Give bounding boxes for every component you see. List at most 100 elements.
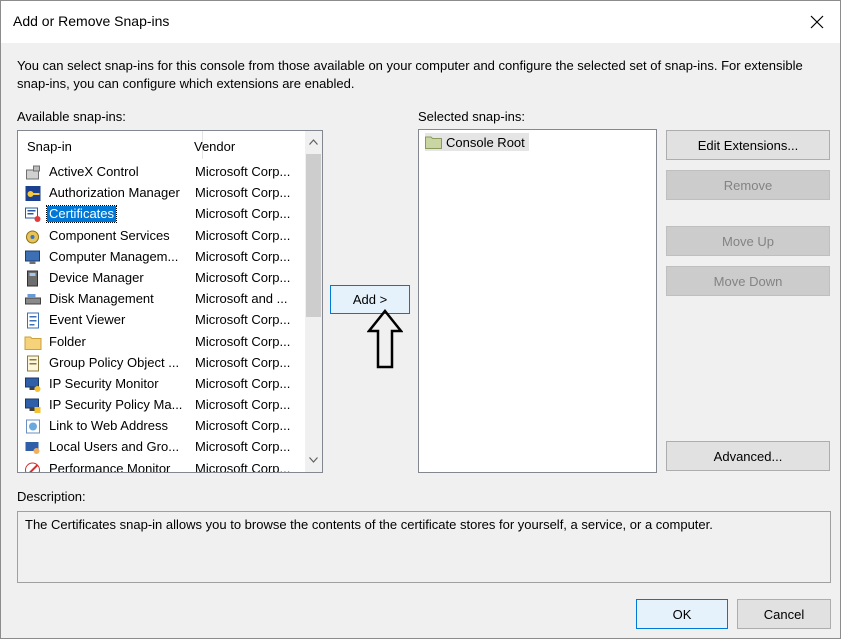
snapin-name: Device Manager [49,269,144,285]
snapin-name: Event Viewer [49,312,126,328]
ip-security-monitor-icon [25,377,41,392]
arrow-up-annotation-icon [367,309,403,369]
edit-extensions-label: Edit Extensions... [697,137,799,153]
snapin-row[interactable]: Folder Microsoft Corp... [18,332,306,353]
column-header-snapin[interactable]: Snap-in [27,139,72,154]
close-icon [810,15,824,29]
snapin-row[interactable]: Local Users and Gro... Microsoft Corp... [18,437,306,458]
web-link-icon [26,419,40,434]
snapin-row[interactable]: Link to Web Address Microsoft Corp... [18,416,306,437]
snapin-name: Component Services [49,227,170,243]
cancel-button[interactable]: Cancel [737,599,831,629]
scroll-thumb[interactable] [306,154,321,317]
snapin-name: Certificates [45,205,118,224]
performance-monitor-icon [25,462,40,472]
snapin-name: IP Security Monitor [49,375,159,391]
snapin-row[interactable]: Event Viewer Microsoft Corp... [18,310,306,331]
cancel-label: Cancel [763,606,805,622]
snapin-name: Computer Managem... [49,248,179,264]
ip-security-policy-icon [25,398,41,414]
snapin-vendor: Microsoft Corp... [195,460,291,473]
snapin-vendor: Microsoft Corp... [195,397,291,413]
title-bar: Add or Remove Snap-ins [1,1,840,43]
snapin-row[interactable]: Group Policy Object ... Microsoft Corp... [18,353,306,374]
advanced-label: Advanced... [713,448,783,464]
close-button[interactable] [794,1,840,43]
remove-label: Remove [723,177,773,193]
snapin-row[interactable]: IP Security Policy Ma... Microsoft Corp..… [18,395,306,416]
snapin-vendor: Microsoft Corp... [195,375,291,391]
snapin-vendor: Microsoft Corp... [195,312,291,328]
tree-item-console-root[interactable]: Console Root [425,133,529,151]
chevron-up-icon [309,138,318,145]
window-title: Add or Remove Snap-ins [13,13,170,29]
certificates-icon [25,207,41,223]
snapin-vendor: Microsoft Corp... [195,354,291,370]
component-services-icon [26,230,39,244]
scroll-down-button[interactable] [305,451,322,468]
snapin-row[interactable]: Certificates Microsoft Corp... [18,204,306,225]
tree-item-label: Console Root [446,134,525,150]
snapin-vendor: Microsoft Corp... [195,164,291,179]
snapin-name: Local Users and Gro... [49,439,180,455]
scroll-up-button[interactable] [305,133,322,150]
group-policy-icon [27,355,39,372]
snapin-name: Folder [49,333,86,349]
authorization-manager-icon [25,186,41,202]
description-box: The Certificates snap-in allows you to b… [17,511,831,583]
event-viewer-icon [27,312,39,329]
snapin-row[interactable]: Component Services Microsoft Corp... [18,226,306,247]
ok-button[interactable]: OK [636,599,728,629]
snapin-row[interactable]: Authorization Manager Microsoft Corp... [18,183,306,204]
snapin-vendor: Microsoft Corp... [195,248,291,264]
chevron-down-icon [309,456,318,463]
move-down-label: Move Down [713,273,783,289]
add-button-label: Add > [352,292,388,307]
local-users-icon [25,442,40,455]
description-text: The Certificates snap-in allows you to b… [25,517,713,532]
snapin-rows: ActiveX Control Microsoft Corp... Authoriz… [18,162,306,473]
snapin-vendor: Microsoft Corp... [195,227,291,243]
computer-management-icon [25,250,40,264]
snapin-vendor: Microsoft Corp... [195,333,291,349]
snapin-vendor: Microsoft and ... [195,291,288,307]
advanced-button[interactable]: Advanced... [666,441,830,471]
move-up-button[interactable]: Move Up [666,226,830,256]
device-manager-icon [27,270,38,287]
intro-text: You can select snap-ins for this console… [17,58,803,91]
ok-label: OK [672,606,692,622]
snapin-row[interactable]: Performance Monitor Microsoft Corp... [18,459,306,473]
snapin-row[interactable]: Device Manager Microsoft Corp... [18,268,306,289]
move-down-button[interactable]: Move Down [666,266,830,296]
folder-icon [425,136,442,149]
snapin-name: Performance Monitor [49,460,171,473]
column-header-vendor[interactable]: Vendor [194,139,235,154]
snapin-name: Authorization Manager [49,185,180,201]
list-header: Snap-in Vendor [18,131,306,161]
snapin-vendor: Microsoft Corp... [195,185,291,201]
snapin-name: IP Security Policy Ma... [49,397,183,413]
snapin-name: Disk Management [49,291,154,307]
snapin-vendor: Microsoft Corp... [195,439,291,455]
available-snapins-label: Available snap-ins: [17,109,126,124]
selected-snapins-label: Selected snap-ins: [418,109,525,124]
snapin-name: Link to Web Address [49,418,168,434]
folder-icon [24,336,42,350]
selected-snapins-tree[interactable]: Console Root [418,129,657,473]
move-up-label: Move Up [721,233,775,249]
add-remove-snapins-dialog: Add or Remove Snap-ins You can select sn… [0,0,841,639]
vertical-scrollbar[interactable] [305,131,322,472]
snapin-row[interactable]: ActiveX Control Microsoft Corp... [18,162,306,183]
activex-icon [26,165,40,180]
edit-extensions-button[interactable]: Edit Extensions... [666,130,830,160]
snapin-vendor: Microsoft Corp... [195,418,291,434]
available-snapins-list[interactable]: Snap-in Vendor ActiveX Control Microsoft … [17,130,323,473]
snapin-row[interactable]: IP Security Monitor Microsoft Corp... [18,374,306,395]
snapin-row[interactable]: Disk Management Microsoft and ... [18,289,306,310]
disk-management-icon [25,294,41,305]
description-label: Description: [17,489,86,504]
snapin-name: ActiveX Control [49,164,139,179]
snapin-name: Group Policy Object ... [49,354,180,370]
remove-button[interactable]: Remove [666,170,830,200]
snapin-row[interactable]: Computer Managem... Microsoft Corp... [18,247,306,268]
